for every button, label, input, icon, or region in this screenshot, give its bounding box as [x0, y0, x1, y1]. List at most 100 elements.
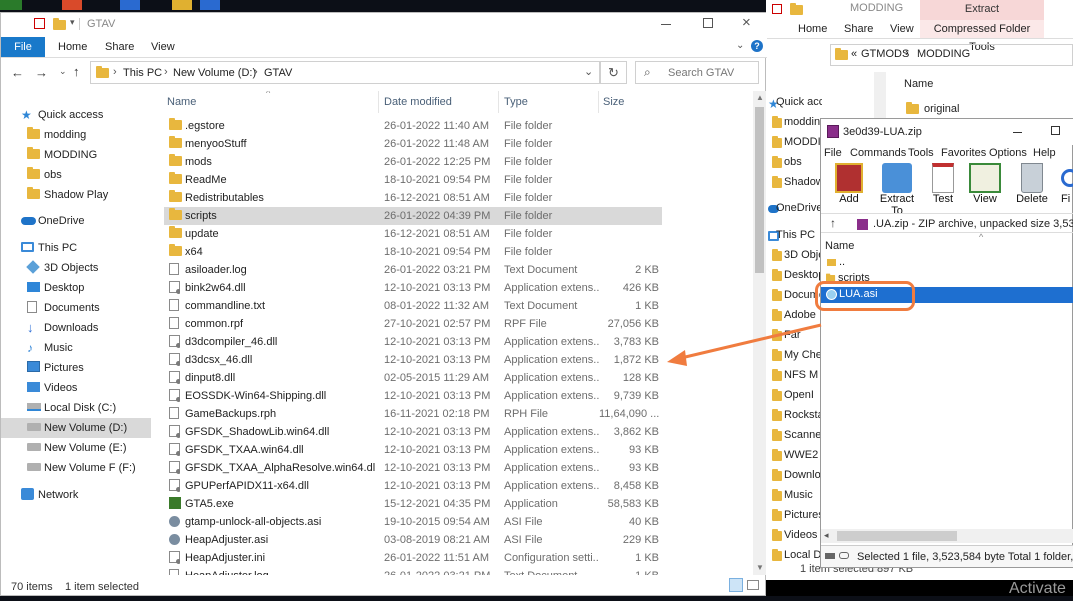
search-box[interactable]: ⌕ Search GTAV [635, 61, 759, 84]
refresh-button[interactable]: ↻ [600, 61, 627, 84]
view-button[interactable]: View [967, 163, 1003, 205]
scroll-down-arrow[interactable]: ▼ [756, 563, 764, 572]
file-row[interactable]: Redistributables 16-12-2021 08:51 AM File … [164, 189, 662, 207]
column-header-name[interactable]: Name [825, 240, 854, 252]
nav-item[interactable]: ★ Quick access [1, 105, 151, 125]
minimize-button[interactable] [1013, 132, 1022, 133]
file-row[interactable]: HeapAdjuster.ini 26-01-2022 11:51 AM Confi… [164, 549, 662, 567]
column-header-size[interactable]: Size [603, 96, 624, 108]
file-row[interactable]: EOSSDK-Win64-Shipping.dll 12-10-2021 03:1… [164, 387, 662, 405]
nav-item[interactable]: This PC [1, 238, 151, 258]
large-icons-view-button[interactable] [747, 580, 759, 590]
file-row[interactable]: GFSDK_ShadowLib.win64.dll 12-10-2021 03:1… [164, 423, 662, 441]
nav-item[interactable]: ♪ Music [1, 338, 151, 358]
scroll-thumb[interactable] [837, 531, 957, 541]
menu-commands[interactable]: Commands [850, 147, 906, 159]
nav-item[interactable]: New Volume (E:) [1, 438, 151, 458]
nav-item[interactable]: Documents [1, 298, 151, 318]
nav-item[interactable]: New Volume (D:) [1, 418, 151, 438]
file-row[interactable]: ReadMe 18-10-2021 09:54 PM File folder [164, 171, 662, 189]
up-button[interactable]: ↑ [830, 216, 836, 230]
nav-item[interactable]: Pictures [1, 358, 151, 378]
tab-share[interactable]: Share [844, 23, 873, 35]
find-button[interactable]: Fi [1059, 163, 1073, 205]
delete-button[interactable]: Delete [1015, 163, 1049, 205]
file-row[interactable]: GameBackups.rph 16-11-2021 02:18 PM RPH Fi… [164, 405, 662, 423]
column-header-type[interactable]: Type [504, 96, 528, 108]
file-row[interactable]: HeapAdjuster.asi 03-08-2019 08:21 AM ASI F… [164, 531, 662, 549]
horizontal-scrollbar[interactable]: ◂ [821, 529, 1073, 543]
menu-favorites[interactable]: Favorites [941, 147, 986, 159]
file-row[interactable]: d3dcompiler_46.dll 12-10-2021 03:13 PM App… [164, 333, 662, 351]
nav-item[interactable]: Network [1, 485, 151, 505]
nav-item[interactable]: Desktop [1, 278, 151, 298]
checkbox-icon[interactable] [34, 18, 45, 29]
tab-compressed-folder-tools[interactable]: Compressed Folder Tools [920, 20, 1044, 53]
app-icon[interactable] [120, 0, 140, 10]
menu-options[interactable]: Options [989, 147, 1027, 159]
up-button[interactable]: ↑ [73, 64, 80, 79]
file-row[interactable]: GFSDK_TXAA_AlphaResolve.win64.dll 12-10-2… [164, 459, 662, 477]
file-row[interactable]: d3dcsx_46.dll 12-10-2021 03:13 PM Applicat… [164, 351, 662, 369]
nav-item[interactable]: modding [1, 125, 151, 145]
scroll-up-arrow[interactable]: ▲ [756, 93, 764, 102]
menu-help[interactable]: Help [1033, 147, 1056, 159]
nav-item[interactable]: ↓ Downloads [1, 318, 151, 338]
column-header-name[interactable]: Name [167, 96, 196, 108]
file-row[interactable]: bink2w64.dll 12-10-2021 03:13 PM Applicati… [164, 279, 662, 297]
nav-item[interactable]: Videos [1, 378, 151, 398]
forward-button[interactable]: → [35, 65, 48, 80]
extract-to-button[interactable]: Extract To [873, 163, 921, 217]
app-icon[interactable] [0, 0, 22, 10]
tab-view[interactable]: View [151, 41, 175, 53]
minimize-button[interactable] [661, 24, 671, 25]
maximize-button[interactable] [703, 18, 713, 28]
file-row[interactable]: HeapAdjuster.log 26-01-2022 03:21 PM Text … [164, 567, 662, 575]
address-bar[interactable]: « GTMODS › MODDING [830, 44, 1073, 66]
nav-item[interactable]: 3D Objects [1, 258, 151, 278]
tab-share[interactable]: Share [105, 41, 134, 53]
file-row[interactable]: menyooStuff 26-01-2022 11:48 AM File folde… [164, 135, 662, 153]
menu-file[interactable]: File [824, 147, 842, 159]
test-button[interactable]: Test [927, 163, 959, 205]
app-icon[interactable] [172, 0, 192, 10]
help-icon[interactable]: ? [751, 40, 763, 52]
file-row[interactable]: gtamp-unlock-all-objects.asi 19-10-2015 0… [164, 513, 662, 531]
checkbox-icon[interactable] [772, 4, 782, 14]
menu-tools[interactable]: Tools [908, 147, 934, 159]
details-view-button[interactable] [729, 578, 743, 592]
maximize-button[interactable] [1051, 126, 1060, 135]
nav-item[interactable]: obs [1, 165, 151, 185]
file-row[interactable]: dinput8.dll 02-05-2015 11:29 AM Applicatio… [164, 369, 662, 387]
nav-item[interactable]: New Volume F (F:) [1, 458, 151, 478]
file-row[interactable]: update 16-12-2021 08:51 AM File folder [164, 225, 662, 243]
back-button[interactable]: ← [11, 65, 24, 80]
chevron-down-icon[interactable]: ▾ [70, 17, 75, 28]
breadcrumb-item[interactable]: New Volume (D:) [173, 67, 256, 79]
app-icon[interactable] [200, 0, 220, 10]
file-row[interactable]: x64 18-10-2021 09:54 PM File folder [164, 243, 662, 261]
tab-view[interactable]: View [890, 23, 914, 35]
file-row[interactable]: commandline.txt 08-01-2022 11:32 AM Text D… [164, 297, 662, 315]
chevron-down-icon[interactable]: ⌄ [736, 40, 744, 51]
file-row[interactable]: GTA5.exe 15-12-2021 04:35 PM Application 58… [164, 495, 662, 513]
file-row[interactable]: GFSDK_TXAA.win64.dll 12-10-2021 03:13 PM A… [164, 441, 662, 459]
file-row[interactable]: mods 26-01-2022 12:25 PM File folder [164, 153, 662, 171]
breadcrumb-item[interactable]: GTAV [264, 67, 292, 79]
chevron-down-icon[interactable]: ⌄ [584, 65, 593, 78]
add-button[interactable]: Add [831, 163, 867, 205]
tab-file[interactable]: File [1, 37, 45, 57]
file-row[interactable]: scripts 26-01-2022 04:39 PM File folder [164, 207, 662, 225]
nav-item[interactable]: Shadow Play [1, 185, 151, 205]
scroll-thumb[interactable] [755, 107, 764, 273]
breadcrumb-item[interactable]: GTMODS [861, 48, 909, 60]
tab-home[interactable]: Home [58, 41, 87, 53]
address-bar[interactable]: › This PC › New Volume (D:) › GTAV ⌄ [90, 61, 600, 84]
breadcrumb-item[interactable]: MODDING [917, 48, 970, 60]
scroll-left-arrow[interactable]: ◂ [824, 530, 829, 541]
tab-home[interactable]: Home [798, 23, 827, 35]
list-item-parent[interactable]: .. [821, 255, 1073, 271]
file-row[interactable]: asiloader.log 26-01-2022 03:21 PM Text Doc… [164, 261, 662, 279]
column-name[interactable]: Name [904, 78, 933, 90]
close-button[interactable]: × [742, 14, 751, 31]
